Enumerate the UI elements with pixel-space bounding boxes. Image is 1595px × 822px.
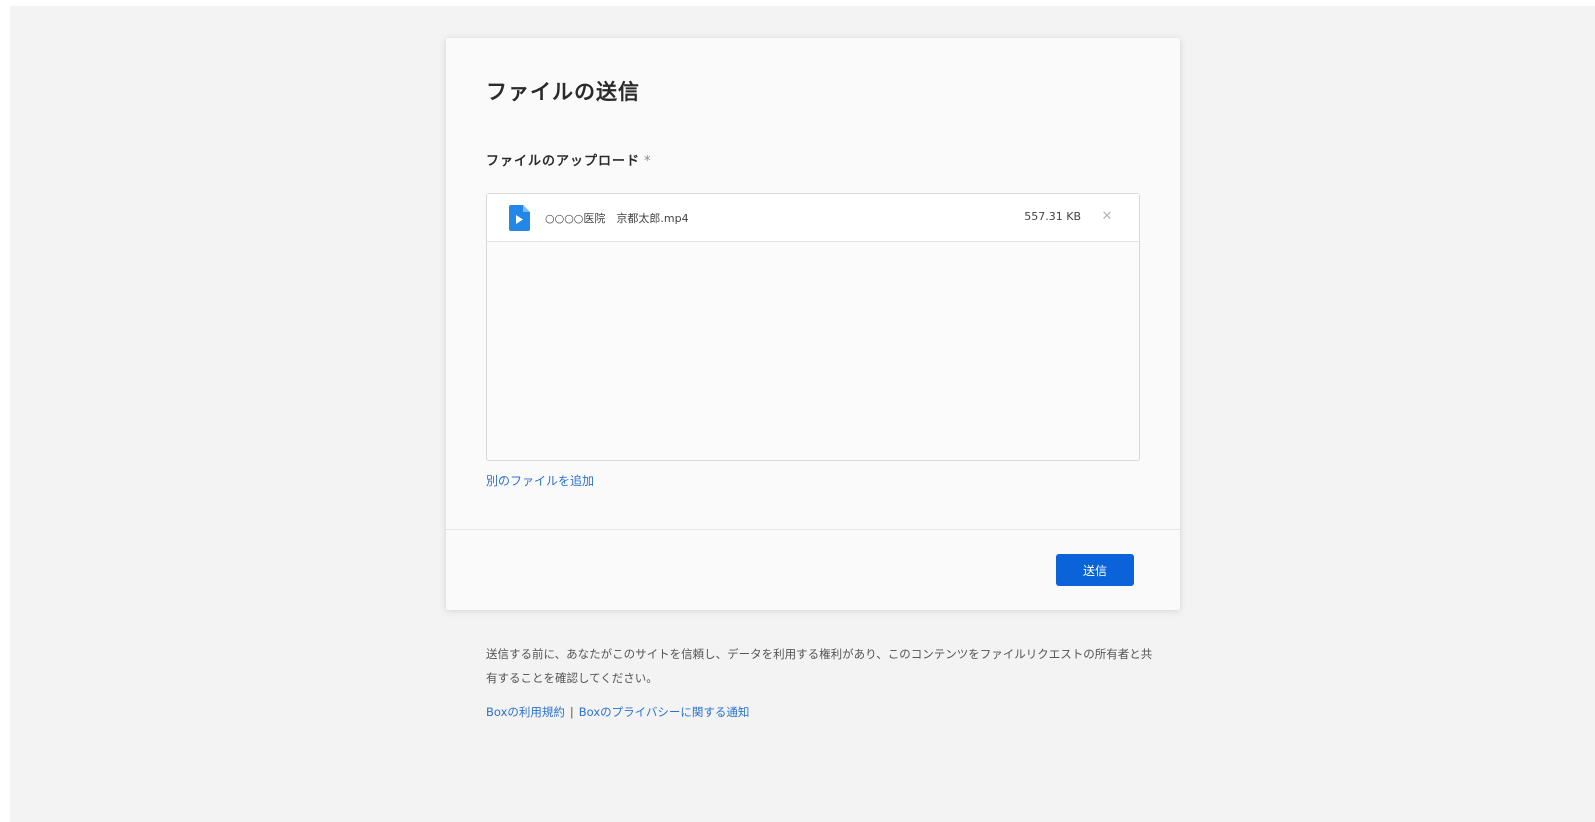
file-name: ○○○○医院 京都太郎.mp4 <box>545 212 689 225</box>
add-another-file-link[interactable]: 別のファイルを追加 <box>486 472 594 489</box>
required-mark: * <box>644 154 652 169</box>
file-list-item: ○○○○医院 京都太郎.mp4 557.31 KB ✕ <box>487 194 1139 242</box>
footer-links: Boxの利用規約 | Boxのプライバシーに関する通知 <box>486 704 749 720</box>
file-size: 557.31 KB <box>1024 210 1081 223</box>
footer-separator: | <box>569 705 574 719</box>
dialog-title: ファイルの送信 <box>486 80 640 104</box>
submit-button[interactable]: 送信 <box>1056 554 1134 586</box>
terms-link[interactable]: Boxの利用規約 <box>486 705 565 719</box>
file-request-dialog: ファイルの送信 ファイルのアップロード * ○○○○医院 京都太郎.mp4 557… <box>446 38 1180 610</box>
close-icon[interactable]: ✕ <box>1099 209 1115 225</box>
video-file-icon <box>509 205 530 231</box>
privacy-link[interactable]: Boxのプライバシーに関する通知 <box>579 705 750 719</box>
file-list: ○○○○医院 京都太郎.mp4 557.31 KB ✕ <box>486 193 1140 461</box>
dialog-footer-divider <box>446 529 1180 530</box>
disclaimer-text: 送信する前に、あなたがこのサイトを信頼し、データを利用する権利があり、このコンテ… <box>486 647 1153 685</box>
upload-label: ファイルのアップロード * <box>486 150 652 169</box>
upload-label-text: ファイルのアップロード <box>486 154 641 169</box>
